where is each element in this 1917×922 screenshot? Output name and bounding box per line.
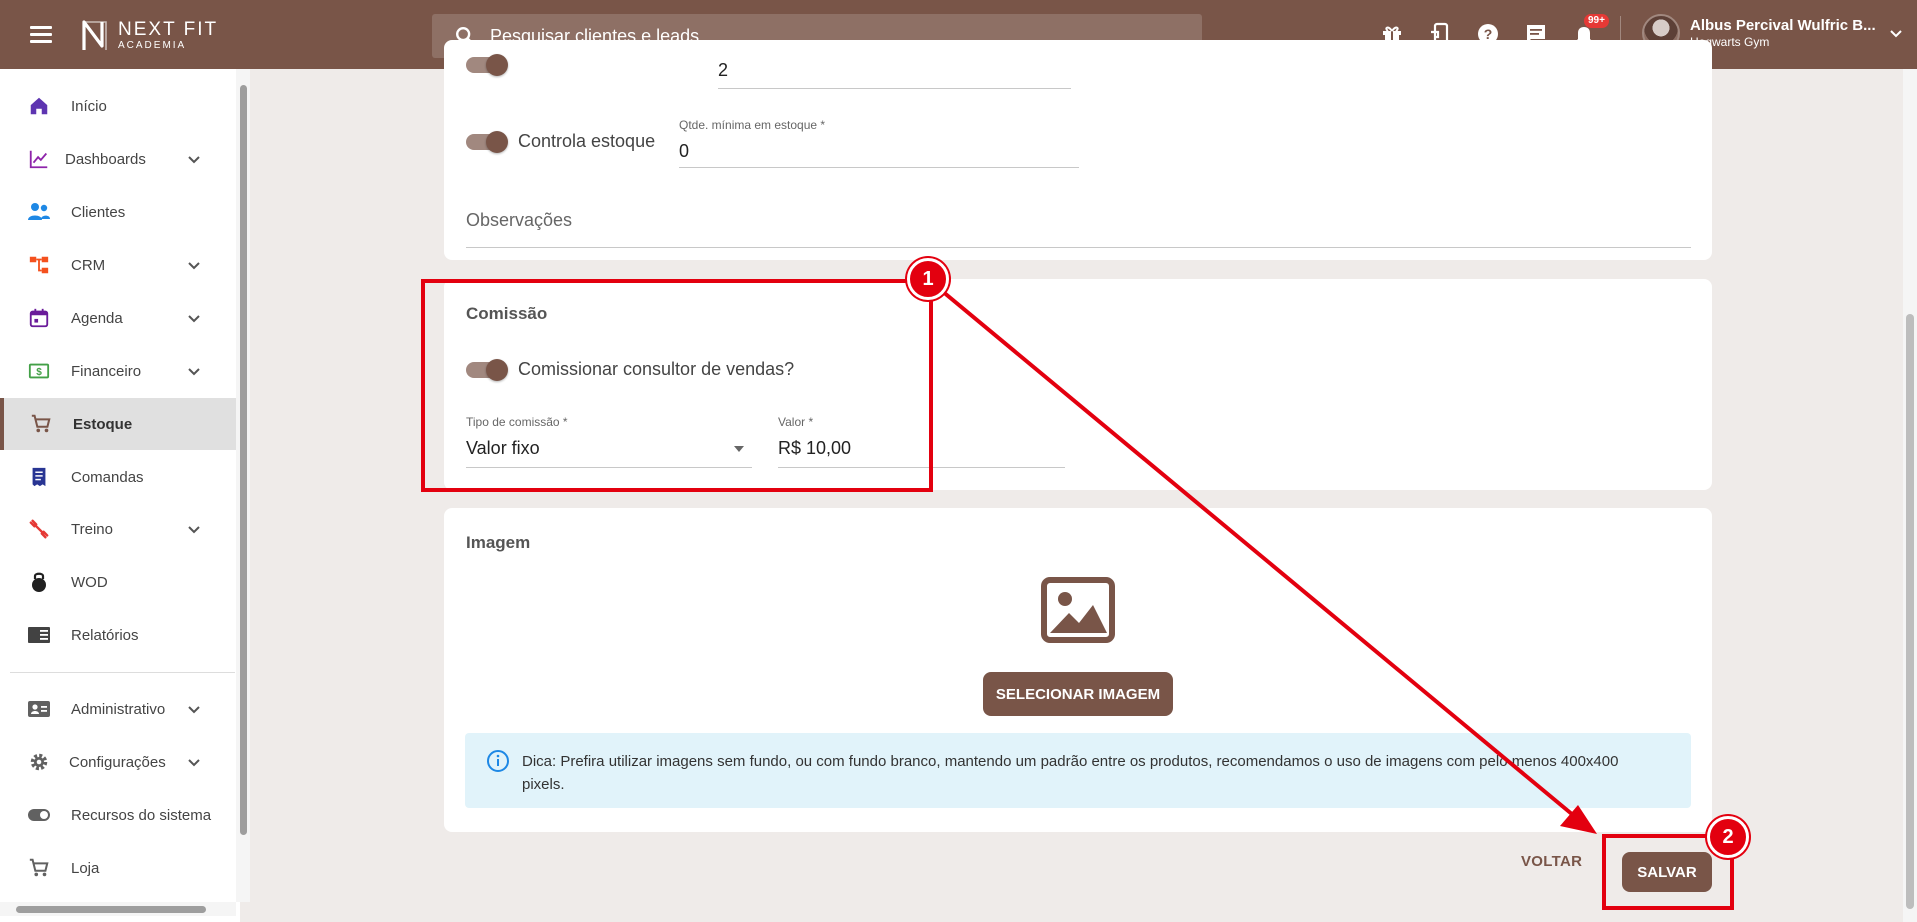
qtde-minima-field[interactable]: Qtde. mínima em estoque * 0 <box>679 118 1079 168</box>
scrollbar-thumb[interactable] <box>1906 314 1914 909</box>
qtde-minima-value: 0 <box>679 141 690 161</box>
controla-estoque-label: Controla estoque <box>518 131 656 151</box>
sidebar-item-label: Relatórios <box>71 626 139 644</box>
sidebar-item-label: Configurações <box>69 753 166 771</box>
sidebar-item-label: Comandas <box>71 468 144 486</box>
sidebar-item-label: Recursos do sistema <box>71 806 212 824</box>
receipt-icon <box>27 465 51 489</box>
sidebar-item-label: Dashboards <box>65 150 146 168</box>
chart-line-icon <box>27 147 51 171</box>
sidebar-item-relatorios[interactable]: Relatórios <box>0 609 236 661</box>
calendar-icon <box>27 306 51 330</box>
home-icon <box>27 94 51 118</box>
toggle-icon <box>27 803 51 827</box>
id-card-icon <box>27 697 51 721</box>
gear-icon <box>27 750 51 774</box>
annotation-box-comissao <box>421 279 933 492</box>
controla-estoque-toggle[interactable] <box>466 131 508 153</box>
sidebar-item-label: CRM <box>71 256 106 274</box>
main-scrollbar[interactable] <box>1903 69 1917 922</box>
voltar-button[interactable]: VOLTAR <box>1521 853 1582 870</box>
crm-tree-icon <box>27 253 51 277</box>
chevron-down-icon <box>188 262 200 270</box>
sidebar-item-crm[interactable]: CRM <box>0 239 236 291</box>
sidebar-item-agenda[interactable]: Agenda <box>0 292 236 344</box>
sidebar-item-label: WOD <box>71 573 108 591</box>
sidebar-item-clientes[interactable]: Clientes <box>0 186 236 238</box>
sidebar-horizontal-scrollbar[interactable] <box>0 902 236 916</box>
partial-toggle[interactable] <box>466 54 508 76</box>
sidebar: Início Dashboards Clientes CRM Agenda $ … <box>0 69 250 922</box>
user-name: Albus Percival Wulfric B... <box>1690 16 1876 34</box>
sidebar-item-label: Início <box>71 97 107 115</box>
sidebar-item-loja[interactable]: Loja <box>0 842 236 894</box>
sidebar-item-inicio[interactable]: Início <box>0 80 236 132</box>
sidebar-item-financeiro[interactable]: $ Financeiro <box>0 345 236 397</box>
kettlebell-icon <box>27 570 51 594</box>
sidebar-item-recursos-do-sistema[interactable]: Recursos do sistema <box>0 789 236 841</box>
chevron-down-icon <box>188 706 200 714</box>
money-icon: $ <box>27 359 51 383</box>
sidebar-item-dashboards[interactable]: Dashboards <box>0 133 236 185</box>
chevron-down-icon <box>188 526 200 534</box>
sidebar-item-treino[interactable]: Treino <box>0 503 236 555</box>
sidebar-item-comandas[interactable]: Comandas <box>0 451 236 503</box>
sidebar-item-label: Treino <box>71 520 113 538</box>
dumbbell-icon <box>27 517 51 541</box>
qtde-minima-label: Qtde. mínima em estoque * <box>679 118 826 132</box>
scrollbar-thumb[interactable] <box>16 906 206 913</box>
notification-badge: 99+ <box>1584 14 1609 28</box>
field-value: 2 <box>718 60 729 80</box>
logo-text: NEXT FIT <box>118 18 219 40</box>
annotation-marker-1: 1 <box>907 258 949 300</box>
chevron-down-icon <box>188 368 200 376</box>
user-gym: Hogwarts Gym <box>1690 34 1770 49</box>
people-icon <box>27 200 51 224</box>
sidebar-item-wod[interactable]: WOD <box>0 556 236 608</box>
divider <box>10 672 235 673</box>
info-icon <box>487 750 509 772</box>
chevron-down-icon <box>188 759 200 767</box>
imagem-card: Imagem SELECIONAR IMAGEM Dica: Prefira u… <box>444 508 1712 832</box>
cart-icon <box>29 412 53 436</box>
next-fit-logo-icon <box>82 20 107 50</box>
sidebar-scrollbar[interactable] <box>236 69 250 902</box>
chevron-down-icon <box>188 156 200 164</box>
sidebar-item-label: Loja <box>71 859 100 877</box>
sidebar-item-estoque[interactable]: Estoque <box>0 398 236 450</box>
selecionar-imagem-button[interactable]: SELECIONAR IMAGEM <box>983 672 1173 716</box>
observacoes-field[interactable]: Observações <box>466 205 1691 248</box>
scrollbar-thumb[interactable] <box>240 85 247 835</box>
annotation-marker-2: 2 <box>1707 816 1749 858</box>
observacoes-label: Observações <box>466 210 573 230</box>
report-icon <box>27 623 51 647</box>
chevron-down-icon <box>1889 30 1902 38</box>
logo-subtext: ACADEMIA <box>118 39 187 51</box>
sidebar-item-label: Agenda <box>71 309 123 327</box>
partial-field[interactable]: 2 <box>718 40 1071 89</box>
menu-icon[interactable] <box>28 22 54 48</box>
sidebar-item-label: Clientes <box>71 203 126 221</box>
image-placeholder-icon <box>1041 577 1115 643</box>
sidebar-item-administrativo[interactable]: Administrativo <box>0 683 236 735</box>
logo[interactable]: NEXT FIT ACADEMIA <box>80 18 218 52</box>
sidebar-item-configuracoes[interactable]: Configurações <box>0 736 236 788</box>
shop-cart-icon <box>27 856 51 880</box>
sidebar-item-label: Administrativo <box>71 700 166 718</box>
svg-text:$: $ <box>36 367 42 378</box>
tip-text: Dica: Prefira utilizar imagens sem fundo… <box>522 753 1619 793</box>
sidebar-item-label: Estoque <box>73 415 133 433</box>
chevron-down-icon <box>188 315 200 323</box>
stock-card: 2 Controla estoque Qtde. mínima em estoq… <box>444 40 1712 260</box>
sidebar-item-label: Financeiro <box>71 362 142 380</box>
tip-banner: Dica: Prefira utilizar imagens sem fundo… <box>465 733 1691 808</box>
imagem-title: Imagem <box>466 533 531 552</box>
